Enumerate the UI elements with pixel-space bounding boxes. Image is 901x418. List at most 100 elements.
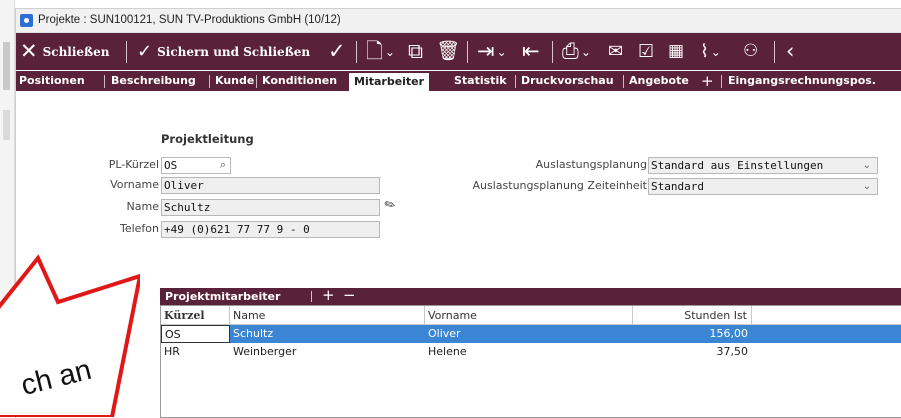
- back-icon: ‹: [786, 39, 795, 63]
- title-bar: Projekte : SUN100121, SUN TV-Produktions…: [16, 9, 901, 33]
- vorname-field[interactable]: Oliver: [161, 177, 380, 194]
- cell-vorname[interactable]: Helene: [425, 343, 633, 361]
- app-icon: [20, 14, 33, 27]
- projektleitung-heading: Projektleitung: [161, 132, 254, 146]
- projektmitarbeiter-grid: Kürzel Name Vorname Stunden Ist OS Schul…: [160, 305, 901, 418]
- copy-document-button[interactable]: ⧉: [408, 33, 423, 70]
- import-button[interactable]: ⇤: [522, 33, 540, 70]
- window-title: Projekte : SUN100121, SUN TV-Produktions…: [38, 14, 341, 26]
- auslastung-label: Auslastungsplanung: [535, 158, 647, 171]
- chevron-down-icon: ⌄: [710, 44, 721, 59]
- cell-name[interactable]: Schultz: [230, 325, 425, 343]
- table-row[interactable]: HR Weinberger Helene 37,50: [161, 343, 901, 361]
- auslastung-select[interactable]: Standard aus Einstellungen ⌄: [648, 157, 878, 174]
- projektmitarbeiter-title: Projektmitarbeiter: [165, 290, 281, 303]
- tab-separator: [515, 75, 516, 88]
- toolbar-separator: [552, 41, 553, 63]
- new-document-button[interactable]: 🗋 ⌄: [366, 33, 395, 70]
- save-button[interactable]: ✓: [328, 33, 346, 70]
- add-row-icon[interactable]: +: [322, 286, 335, 304]
- teams-button[interactable]: ⚇: [743, 33, 758, 70]
- tab-separator: [209, 75, 210, 88]
- remove-row-icon[interactable]: −: [343, 286, 356, 304]
- chevron-down-icon: ⌄: [496, 44, 507, 59]
- teams-icon: ⚇: [743, 41, 759, 61]
- delete-button[interactable]: 🗑: [436, 33, 460, 70]
- tab-mitarbeiter[interactable]: Mitarbeiter: [349, 73, 430, 91]
- copy-document-icon: ⧉: [408, 39, 423, 63]
- project-window: Projekte : SUN100121, SUN TV-Produktions…: [15, 8, 901, 418]
- cell-kuerzel[interactable]: HR: [161, 343, 230, 361]
- close-icon: ✕: [20, 39, 38, 63]
- cell-name[interactable]: Weinberger: [230, 343, 425, 361]
- grid-header-separator: [311, 291, 312, 302]
- print-icon: ⎙: [562, 39, 579, 63]
- telefon-label: Telefon: [119, 222, 159, 235]
- mail-icon: ✉: [608, 41, 624, 62]
- add-tab-icon[interactable]: +: [701, 71, 714, 91]
- tab-kunde[interactable]: Kunde: [215, 71, 254, 91]
- projektmitarbeiter-header: Projektmitarbeiter + −: [160, 286, 901, 305]
- scroll-indicator: [3, 42, 10, 90]
- back-button[interactable]: ‹: [786, 33, 794, 70]
- telefon-field[interactable]: +49 (0)621 77 77 9 - 0: [161, 221, 380, 238]
- pl-kuerzel-field[interactable]: OS ⌕: [161, 157, 231, 174]
- name-label: Name: [126, 200, 159, 213]
- tab-statistik[interactable]: Statistik: [454, 71, 507, 91]
- attachment-icon: ⌇: [700, 41, 709, 62]
- tab-separator: [104, 75, 105, 88]
- task-button[interactable]: ☑: [638, 33, 654, 70]
- attachment-button[interactable]: ⌇ ⌄: [700, 33, 721, 70]
- close-label: Schließen: [42, 44, 110, 59]
- table-row[interactable]: OS Schultz Oliver 156,00: [161, 325, 901, 343]
- auslastung-zeiteinheit-value: Standard: [651, 180, 704, 193]
- pl-kuerzel-value: OS: [164, 159, 178, 172]
- tab-separator: [623, 75, 624, 88]
- column-header-stunden-ist[interactable]: Stunden Ist: [633, 306, 752, 325]
- cell-stunden-ist[interactable]: 37,50: [633, 343, 752, 361]
- close-button[interactable]: ✕ Schließen: [20, 33, 110, 70]
- chevron-down-icon: ⌄: [580, 44, 591, 59]
- auslastung-zeiteinheit-label: Auslastungsplanung Zeiteinheit: [472, 179, 647, 192]
- tab-druckvorschau[interactable]: Druckvorschau: [521, 71, 614, 91]
- search-icon[interactable]: ⌕: [220, 158, 226, 172]
- calendar-button[interactable]: ▦: [668, 33, 684, 70]
- export-button[interactable]: ⇥ ⌄: [477, 33, 507, 70]
- task-icon: ☑: [638, 41, 655, 62]
- tab-eingangsrechnungspos[interactable]: Eingangsrechnungspos.: [728, 71, 876, 91]
- tab-konditionen[interactable]: Konditionen: [262, 71, 337, 91]
- auslastung-value: Standard aus Einstellungen: [651, 159, 824, 172]
- import-icon: ⇤: [522, 39, 540, 63]
- toolbar-separator: [467, 41, 468, 63]
- checkmark-icon: ✓: [328, 39, 346, 63]
- print-button[interactable]: ⎙ ⌄: [562, 33, 591, 70]
- toolbar-separator: [774, 41, 775, 63]
- mail-button[interactable]: ✉: [608, 33, 623, 70]
- tab-positionen[interactable]: Positionen: [19, 71, 85, 91]
- cell-stunden-ist[interactable]: 156,00: [633, 325, 752, 343]
- new-document-icon: 🗋: [366, 39, 383, 63]
- chevron-down-icon: ⌄: [384, 44, 395, 59]
- tab-separator: [256, 75, 257, 88]
- tab-angebote[interactable]: Angebote: [629, 71, 689, 91]
- edit-pencil-icon[interactable]: ✎: [382, 196, 399, 214]
- column-header-name[interactable]: Name: [230, 306, 425, 325]
- tab-separator: [721, 75, 722, 88]
- toolbar-separator: [126, 41, 127, 63]
- chevron-down-icon: ⌄: [862, 181, 871, 192]
- tab-beschreibung[interactable]: Beschreibung: [111, 71, 196, 91]
- tab-bar: Positionen Beschreibung Kunde Konditione…: [16, 71, 901, 91]
- toolbar: ✕ Schließen ✓ Sichern und Schließen ✓ 🗋 ⌄…: [16, 33, 901, 70]
- auslastung-zeiteinheit-select[interactable]: Standard ⌄: [648, 178, 878, 195]
- column-header-kuerzel[interactable]: Kürzel: [161, 306, 230, 325]
- name-field[interactable]: Schultz: [161, 199, 380, 216]
- scroll-indicator-secondary: [3, 110, 10, 140]
- save-close-icon: ✓: [137, 41, 153, 62]
- export-icon: ⇥: [477, 39, 495, 63]
- delete-icon: 🗑: [436, 40, 461, 62]
- cell-kuerzel[interactable]: OS: [161, 325, 230, 343]
- column-header-vorname[interactable]: Vorname: [425, 306, 633, 325]
- save-and-close-button[interactable]: ✓ Sichern und Schließen: [137, 33, 310, 70]
- cell-vorname[interactable]: Oliver: [425, 325, 633, 343]
- pl-kuerzel-label: PL-Kürzel: [108, 158, 159, 171]
